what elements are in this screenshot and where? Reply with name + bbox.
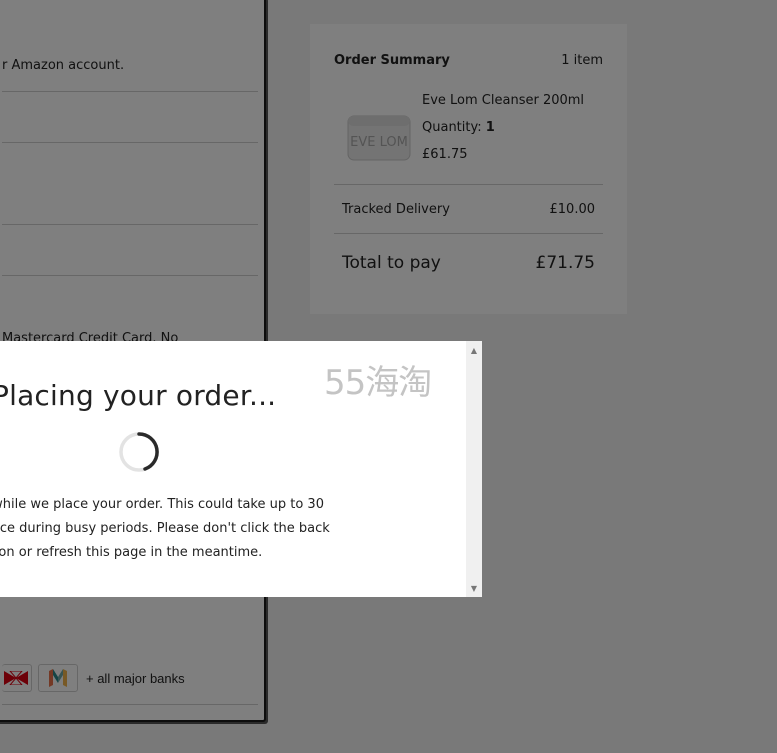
message-line: place during busy periods. Please don't … xyxy=(0,521,330,536)
loading-spinner-icon xyxy=(118,431,160,473)
scroll-up-icon[interactable]: ▲ xyxy=(466,343,482,357)
scroll-down-icon[interactable]: ▼ xyxy=(466,581,482,595)
modal-scrollbar[interactable]: ▲ ▼ xyxy=(466,341,482,597)
message-line: utton or refresh this page in the meanti… xyxy=(0,545,263,560)
modal-message: e while we place your order. This could … xyxy=(0,493,450,565)
message-line: e while we place your order. This could … xyxy=(0,497,324,512)
watermark: 55海淘 xyxy=(324,363,432,403)
placing-order-modal: 55海淘 Placing your order... e while we pl… xyxy=(0,341,482,597)
modal-title: Placing your order... xyxy=(0,379,277,412)
